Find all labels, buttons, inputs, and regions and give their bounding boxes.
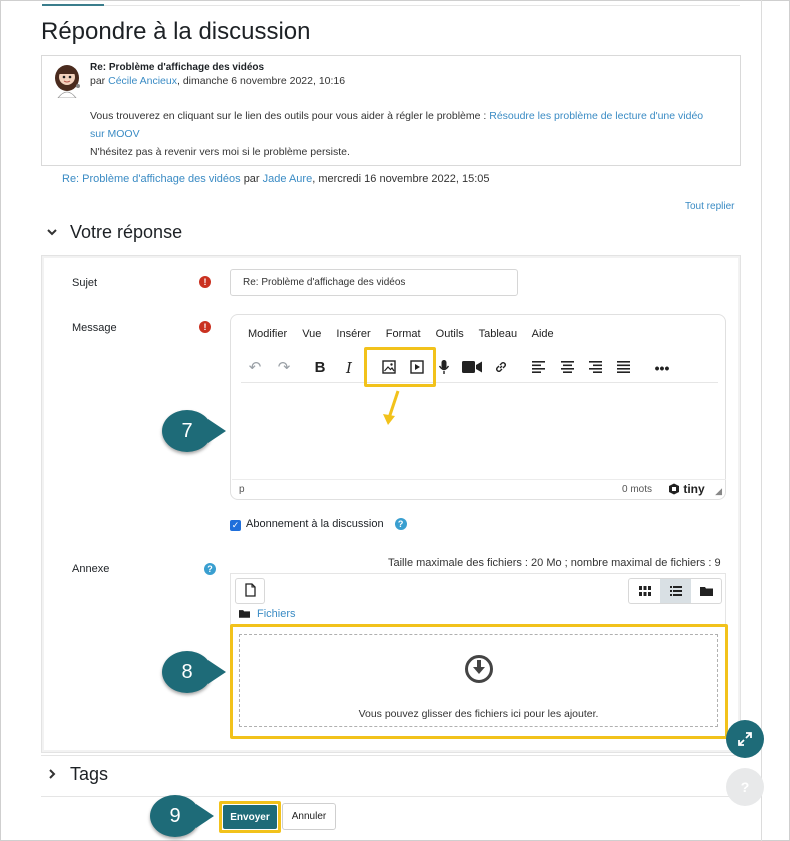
help-icon[interactable]: ?: [204, 563, 216, 575]
menu-outils[interactable]: Outils: [436, 328, 464, 340]
reply-context-by: par: [243, 173, 260, 185]
view-switcher: [628, 578, 722, 604]
link-icon[interactable]: [489, 355, 513, 381]
post-body: Vous trouverez en cliquant sur le lien d…: [90, 107, 720, 161]
bold-icon[interactable]: B: [308, 355, 332, 381]
section-votre-reponse[interactable]: Votre réponse: [46, 222, 182, 243]
annexe-label: Annexe: [72, 563, 110, 575]
callout-7: 7: [162, 410, 212, 452]
chevron-down-icon: [46, 226, 62, 241]
callout-8: 8: [162, 651, 212, 693]
justify-icon[interactable]: [611, 355, 635, 381]
menu-format[interactable]: Format: [386, 328, 421, 340]
toolbar-highlight-frame: [364, 347, 436, 387]
reply-context-author[interactable]: Jade Aure: [263, 173, 313, 185]
toolbar-divider: [241, 382, 718, 383]
section-tags-label: Tags: [70, 764, 109, 784]
menu-tableau[interactable]: Tableau: [479, 328, 518, 340]
more-icon[interactable]: •••: [650, 355, 674, 381]
menu-aide[interactable]: Aide: [532, 328, 554, 340]
word-count[interactable]: 0 mots: [622, 484, 652, 495]
files-breadcrumb-label[interactable]: Fichiers: [257, 608, 296, 620]
folder-icon: [239, 610, 250, 618]
file-limits: Taille maximale des fichiers : 20 Mo ; n…: [388, 557, 721, 569]
section-votre-reponse-label: Votre réponse: [70, 222, 183, 242]
grid-view-icon[interactable]: [629, 579, 660, 603]
subject-label: Sujet: [72, 277, 98, 289]
page-title: Répondre à la discussion: [41, 18, 311, 45]
help-icon[interactable]: ?: [394, 518, 407, 530]
subscribe-checkbox-row[interactable]: ✓ Abonnement à la discussion ?: [230, 518, 407, 531]
callout-9: 9: [150, 795, 200, 837]
align-center-icon[interactable]: [555, 355, 579, 381]
required-icon: !: [199, 321, 211, 333]
cancel-button[interactable]: Annuler: [282, 803, 336, 830]
editor-menubar: Modifier Vue Insérer Format Outils Table…: [248, 328, 566, 340]
callout-7-tail: [208, 419, 226, 443]
page-right-border: [761, 0, 762, 841]
folder-view-icon[interactable]: [691, 579, 722, 603]
files-breadcrumb[interactable]: Fichiers: [239, 608, 296, 620]
section-tags[interactable]: Tags: [46, 764, 108, 785]
callout-8-tail: [208, 660, 226, 684]
post-date: , dimanche 6 novembre 2022, 10:16: [176, 75, 346, 87]
tags-divider-bottom: [41, 796, 741, 797]
resize-handle-icon[interactable]: ◢: [715, 486, 722, 497]
editor-statusbar: p 0 mots tiny ◢: [232, 479, 726, 499]
avatar[interactable]: [50, 62, 84, 99]
required-icon: !: [199, 276, 211, 288]
active-tab-indicator: [42, 4, 104, 6]
subscribe-label: Abonnement à la discussion: [246, 518, 384, 530]
help-float-button[interactable]: ?: [726, 768, 764, 806]
checkbox-checked-icon[interactable]: ✓: [230, 520, 241, 531]
parent-post: Re: Problème d'affichage des vidéos par …: [41, 55, 741, 166]
message-label: Message: [72, 322, 117, 334]
list-view-icon[interactable]: [660, 579, 691, 603]
reply-context-date: , mercredi 16 novembre 2022, 15:05: [312, 173, 490, 185]
collapse-all-link[interactable]: Tout replier: [685, 201, 734, 212]
callout-9-tail: [196, 804, 214, 828]
file-icon: [244, 583, 256, 597]
chevron-right-icon: [46, 768, 62, 783]
post-meta: par Cécile Ancieux, dimanche 6 novembre …: [90, 75, 345, 87]
message-editor[interactable]: Modifier Vue Insérer Format Outils Table…: [230, 314, 726, 500]
post-meta-prefix: par: [90, 75, 106, 87]
editor-content-area[interactable]: [232, 385, 726, 480]
reply-context: Re: Problème d'affichage des vidéos par …: [62, 173, 490, 185]
align-left-icon[interactable]: [526, 355, 550, 381]
top-divider: [42, 5, 740, 6]
post-body-text: Vous trouverez en cliquant sur le lien d…: [90, 110, 487, 122]
redo-icon[interactable]: ↷: [272, 355, 296, 381]
editor-toolbar: ↶ ↷ B I •••: [239, 355, 719, 381]
tags-divider-top: [41, 755, 741, 756]
menu-vue[interactable]: Vue: [302, 328, 321, 340]
send-button[interactable]: Envoyer: [223, 805, 277, 829]
element-path[interactable]: p: [239, 484, 245, 495]
dropzone-highlight-frame: [230, 624, 728, 739]
add-file-button[interactable]: [235, 578, 265, 604]
post-author-link[interactable]: Cécile Ancieux: [108, 75, 177, 87]
post-body-text-2: N'hésitez pas à revenir vers moi si le p…: [90, 146, 350, 158]
camera-icon[interactable]: [460, 355, 484, 381]
menu-modifier[interactable]: Modifier: [248, 328, 287, 340]
tiny-logo-text: tiny: [683, 482, 705, 496]
tiny-logo[interactable]: tiny: [668, 482, 705, 496]
reply-context-link[interactable]: Re: Problème d'affichage des vidéos: [62, 173, 241, 185]
arrow-down-icon: [383, 390, 400, 425]
align-right-icon[interactable]: [583, 355, 607, 381]
subject-input[interactable]: Re: Problème d'affichage des vidéos: [230, 269, 518, 296]
expand-icon[interactable]: [726, 720, 764, 758]
menu-inserer[interactable]: Insérer: [336, 328, 370, 340]
italic-icon[interactable]: I: [337, 355, 361, 381]
undo-icon[interactable]: ↶: [243, 355, 267, 381]
post-subject: Re: Problème d'affichage des vidéos: [90, 62, 265, 73]
